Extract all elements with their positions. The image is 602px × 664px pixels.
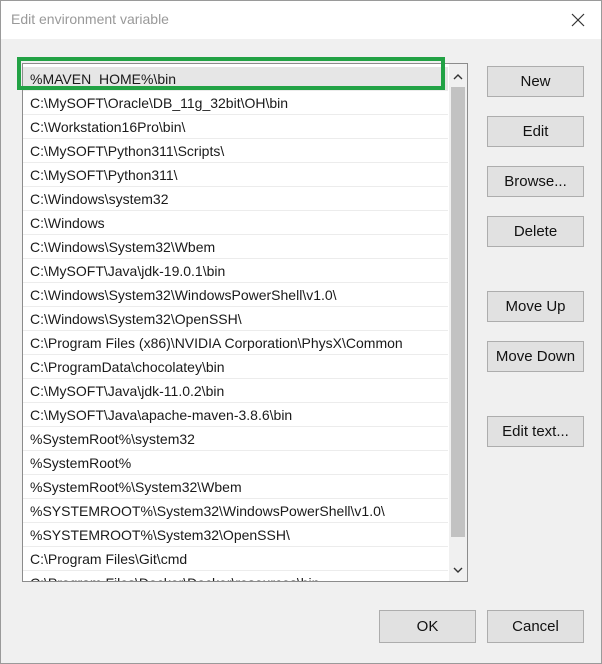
edit-button[interactable]: Edit (487, 116, 584, 147)
close-button[interactable] (567, 9, 589, 31)
path-list-item[interactable]: C:\Program Files\Git\cmd (23, 547, 448, 571)
vertical-scrollbar[interactable] (449, 64, 467, 581)
title-bar: Edit environment variable (1, 1, 601, 39)
path-list-item[interactable]: C:\Workstation16Pro\bin\ (23, 115, 448, 139)
edit-text-button[interactable]: Edit text... (487, 416, 584, 447)
move-down-button[interactable]: Move Down (487, 341, 584, 372)
path-list-item[interactable]: %SystemRoot%\System32\Wbem (23, 475, 448, 499)
path-list-item[interactable]: C:\Windows\System32\Wbem (23, 235, 448, 259)
cancel-button[interactable]: Cancel (487, 610, 584, 643)
path-list-item[interactable]: C:\MySOFT\Java\apache-maven-3.8.6\bin (23, 403, 448, 427)
new-button[interactable]: New (487, 66, 584, 97)
path-list-item[interactable]: C:\Program Files (x86)\NVIDIA Corporatio… (23, 331, 448, 355)
scroll-thumb[interactable] (451, 87, 465, 537)
delete-button[interactable]: Delete (487, 216, 584, 247)
path-list-item[interactable]: C:\MySOFT\Oracle\DB_11g_32bit\OH\bin (23, 91, 448, 115)
move-up-button[interactable]: Move Up (487, 291, 584, 322)
path-list-rows: %MAVEN_HOME%\bin C:\MySOFT\Oracle\DB_11g_… (23, 67, 448, 581)
path-list-item[interactable]: C:\Windows (23, 211, 448, 235)
edit-environment-variable-dialog: Edit environment variable %MAVEN_HOME%\b… (0, 0, 602, 664)
chevron-up-icon (453, 73, 463, 79)
dialog-title: Edit environment variable (11, 11, 169, 27)
path-list-item[interactable]: C:\Windows\System32\WindowsPowerShell\v1… (23, 283, 448, 307)
ok-button[interactable]: OK (379, 610, 476, 643)
browse-button[interactable]: Browse... (487, 166, 584, 197)
path-list-item[interactable]: C:\ProgramData\chocolatey\bin (23, 355, 448, 379)
path-list-item[interactable]: %SYSTEMROOT%\System32\OpenSSH\ (23, 523, 448, 547)
path-list-item[interactable]: C:\Program Files\Docker\Docker\resources… (23, 571, 448, 581)
scroll-down-button[interactable] (449, 561, 467, 579)
path-list-item[interactable]: C:\MySOFT\Java\jdk-19.0.1\bin (23, 259, 448, 283)
path-list-item[interactable]: C:\MySOFT\Java\jdk-11.0.2\bin (23, 379, 448, 403)
path-list-item[interactable]: %MAVEN_HOME%\bin (23, 67, 448, 91)
path-list-item[interactable]: C:\Windows\system32 (23, 187, 448, 211)
path-list[interactable]: %MAVEN_HOME%\bin C:\MySOFT\Oracle\DB_11g_… (22, 63, 468, 582)
close-icon (571, 13, 585, 27)
chevron-down-icon (453, 567, 463, 573)
path-list-item[interactable]: %SystemRoot% (23, 451, 448, 475)
path-list-item[interactable]: %SystemRoot%\system32 (23, 427, 448, 451)
path-list-item[interactable]: C:\MySOFT\Python311\ (23, 163, 448, 187)
path-list-item[interactable]: %SYSTEMROOT%\System32\WindowsPowerShell\… (23, 499, 448, 523)
scroll-up-button[interactable] (449, 67, 467, 85)
path-list-item[interactable]: C:\MySOFT\Python311\Scripts\ (23, 139, 448, 163)
path-list-item[interactable]: C:\Windows\System32\OpenSSH\ (23, 307, 448, 331)
